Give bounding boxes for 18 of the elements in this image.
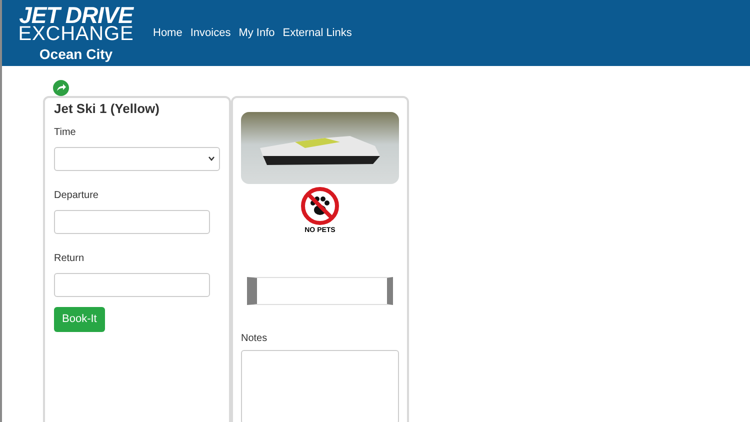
no-pets-sign-icon — [300, 186, 340, 226]
chevron-down-icon — [208, 156, 215, 161]
card-title: Jet Ski 1 (Yellow) — [54, 100, 160, 118]
nav-link[interactable]: My Info — [238, 24, 275, 42]
nav-link[interactable]: External Links — [282, 24, 352, 42]
notes-field[interactable] — [241, 350, 399, 422]
logo-text: JET DRIVE — [19, 5, 133, 25]
time-select[interactable] — [54, 146, 220, 170]
nav-link[interactable]: Invoices — [190, 24, 231, 42]
input-field[interactable] — [54, 210, 210, 234]
field-label: Return — [54, 252, 86, 266]
field-label: Time — [54, 126, 77, 140]
input-field[interactable] — [54, 272, 210, 296]
field-label: Departure — [54, 188, 100, 202]
field-label: Notes — [241, 332, 268, 346]
location-text: Ocean City — [39, 47, 113, 61]
nav-link[interactable]: Home — [153, 24, 182, 42]
logo-text: EXCHANGE — [18, 25, 134, 43]
